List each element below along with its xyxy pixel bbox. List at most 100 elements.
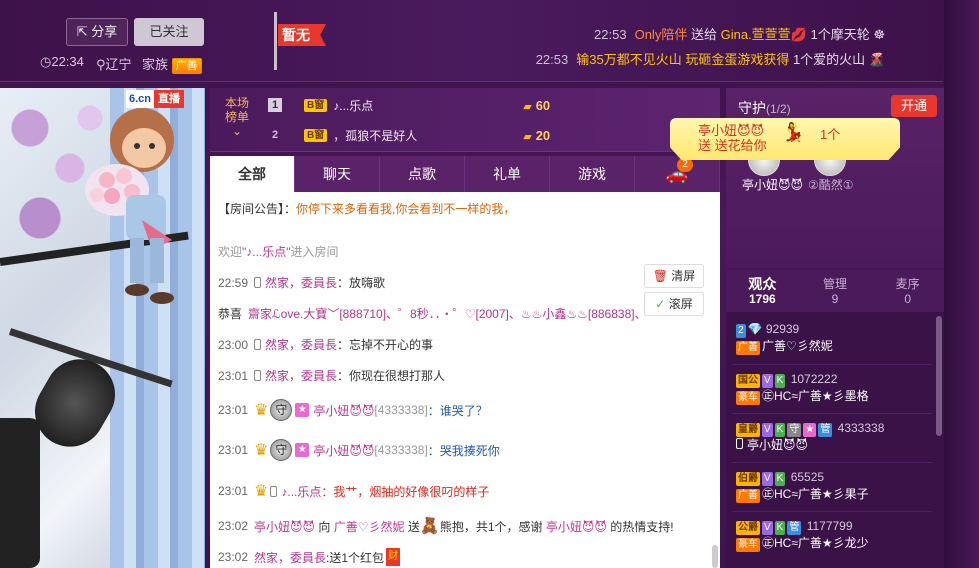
k-badge: K xyxy=(774,374,786,388)
tab-all[interactable]: 全部 xyxy=(210,156,295,192)
live-label: 直播 xyxy=(154,90,185,108)
list-item[interactable]: 公爵 V K 管 1177799 豪车 ㊣HC≈广善★彡龙少 xyxy=(736,518,869,552)
guard-shield-icon: 守 xyxy=(270,439,293,461)
list-item[interactable]: 伯爵 V K 65525 广善 ㊣HC≈广善★彡果子 xyxy=(736,469,869,503)
chat-gift-message: 23:02 亭小妞😈😈 向 广善♡彡然妮 送 🧸 熊抱，共1个，感谢 亭小妞😈😈 的热… xyxy=(218,516,674,536)
message-user[interactable]: 然家，委員長 xyxy=(265,336,337,353)
scroll-toggle-button[interactable]: ✓ 滚屏 xyxy=(644,292,704,316)
vip-badge: V xyxy=(762,472,773,486)
divider xyxy=(732,462,932,463)
k-badge: K xyxy=(774,521,786,535)
side-strip xyxy=(944,0,979,568)
room-time: 22:34 xyxy=(51,54,84,69)
share-button[interactable]: ⇱ 分享 xyxy=(66,18,128,46)
message-text: ：忘掉不开心的事 xyxy=(337,338,434,352)
open-guard-button[interactable]: 开通 xyxy=(891,95,937,117)
chat-tabs: 全部 聊天 点歌 礼单 游戏 🚗 2 xyxy=(210,156,720,192)
family-label: 家族 xyxy=(142,57,169,72)
microphone-body xyxy=(0,418,40,568)
guard-title-text: 守护 xyxy=(738,100,766,116)
rank-row[interactable]: 2 B窗 ，孤狼不是好人 20 xyxy=(268,121,718,149)
gift-text: 输35万都不见火山 玩砸金蛋游戏获得 xyxy=(576,52,790,67)
flag-text: 暂无 xyxy=(278,24,326,46)
family-meta[interactable]: 家族 广善 xyxy=(142,54,202,74)
gift-banner: 亭小妞😈😈 送 送花给你 1个 💃 xyxy=(670,118,900,160)
gift-sender[interactable]: Only陪伴 xyxy=(635,27,688,42)
user-id: 1072222 xyxy=(790,372,838,386)
message-user[interactable]: 亭小妞😈😈 xyxy=(313,402,374,419)
message-user[interactable]: 然家，委員長 xyxy=(265,274,337,291)
rank-position: 2 xyxy=(271,129,279,141)
gift-thanks-user[interactable]: 亭小妞😈😈 xyxy=(546,518,607,535)
gift-receiver[interactable]: Gina.萱萱萱 xyxy=(721,27,791,42)
tab-audience[interactable]: 观众 1796 xyxy=(726,270,799,312)
gift-time: 22:53 xyxy=(594,27,627,42)
logo-text: 6.cn xyxy=(126,90,155,108)
tab-count: 9 xyxy=(831,292,839,306)
welcome-name[interactable]: "♪...乐点" xyxy=(242,243,291,260)
list-item[interactable]: 皇爵 V K 守 ★ 管 4333338 亭小妞😈😈 xyxy=(736,420,884,454)
star-badge: ★ xyxy=(803,423,817,437)
message-text: :送1个红包 xyxy=(326,550,385,565)
notice-text: 你停下来多看看我,你会看到不一样的我， xyxy=(296,202,516,216)
tab-song[interactable]: 点歌 xyxy=(380,156,465,192)
rank-row[interactable]: 1 B窗 ♪...乐点 60 xyxy=(268,91,718,119)
level-badge: 2 xyxy=(736,324,746,338)
clear-screen-button[interactable]: 🗑 清屏 xyxy=(644,264,704,288)
message-time: 23:00 xyxy=(218,337,249,352)
message-text: ：谁哭了？ xyxy=(427,403,488,418)
message-text: ：放嗨歌 xyxy=(337,276,386,290)
message-user[interactable]: 亭小妞😈😈 xyxy=(254,518,315,535)
lips-icon: 💋 xyxy=(790,27,807,42)
vip-badge: V xyxy=(762,374,773,388)
room-location: 辽宁 xyxy=(105,57,132,72)
tab-mic-queue[interactable]: 麦序 0 xyxy=(871,270,944,312)
check-circle-icon: ✓ xyxy=(655,297,666,311)
chat-panel[interactable]: 【房间公告】： 你停下来多看看我,你会看到不一样的我， 欢迎 "♪...乐点" 进入房… xyxy=(210,192,720,568)
divider xyxy=(732,511,932,512)
rank-label[interactable]: 本场榜单 ⌄ xyxy=(220,96,254,138)
congrats-names: 齋家ℒove.大寶﹀[888710]、゜8秒．．・゜♡[2007]、♨♨小鑫♨♨… xyxy=(248,307,647,321)
chat-message: 23:01 ♛ 守 ★ 亭小妞😈😈 [4333338] ：哭我揍死你 xyxy=(218,439,500,461)
red-envelope-icon[interactable]: 财 xyxy=(386,548,401,566)
bear-hug-icon: 🧸 xyxy=(419,518,440,535)
tab-count: 0 xyxy=(904,292,912,306)
gift-receiver[interactable]: 广善♡彡然妮 xyxy=(334,518,405,535)
message-user[interactable]: 然家，委員長 xyxy=(265,367,337,384)
list-item[interactable]: 国公 V K 1072222 豪车 ㊣HC≈广善★彡墨格 xyxy=(736,371,869,405)
tab-admins[interactable]: 管理 9 xyxy=(799,270,872,312)
phone-icon xyxy=(254,277,262,288)
rank-name: ♪...乐点 xyxy=(333,98,374,113)
follow-button[interactable]: 已关注 xyxy=(134,18,204,46)
vip-badge: V xyxy=(762,521,773,535)
audience-list[interactable]: 2 💎 92939 广善 广善♡彡然妮 国公 V K 1072222 豪车 ㊣HC≈广善★… xyxy=(726,312,944,568)
chat-scrollbar[interactable] xyxy=(712,545,718,568)
guard-user-name[interactable]: 亭小妞😈😈 xyxy=(742,176,803,193)
list-item[interactable]: 2 💎 92939 广善 广善♡彡然妮 xyxy=(736,321,833,355)
tab-label: 麦序 xyxy=(895,277,920,291)
message-user[interactable]: 然家，委員長 xyxy=(254,549,326,566)
rank-score: 20 xyxy=(523,128,550,143)
audience-scrollbar[interactable] xyxy=(936,316,942,436)
user-id: 92939 xyxy=(765,322,800,336)
notice-label: 【房间公告】： xyxy=(218,202,297,216)
message-time: 23:02 xyxy=(218,550,249,564)
phone-icon xyxy=(254,339,262,350)
gift-post: 的热情支持! xyxy=(610,519,674,534)
rank-badge: 皇爵 xyxy=(736,423,760,437)
message-user[interactable]: ♪...乐点 xyxy=(281,483,321,500)
tab-gifts[interactable]: 礼单 xyxy=(465,156,550,192)
tab-car[interactable]: 🚗 2 xyxy=(635,156,720,192)
gift-verb: 送给 xyxy=(690,27,717,42)
chat-message: 23:01 ♛ ♪...乐点 ：我艹，烟抽的好像很叼的样子 xyxy=(218,481,489,501)
message-user[interactable]: 亭小妞😈😈 xyxy=(313,442,374,459)
flag-pole xyxy=(274,12,277,70)
rank-score: 60 xyxy=(523,98,550,113)
guard-user-name[interactable]: ②酷然① xyxy=(808,176,854,193)
tab-chat[interactable]: 聊天 xyxy=(295,156,380,192)
phone-icon xyxy=(736,438,743,449)
tab-games[interactable]: 游戏 xyxy=(550,156,635,192)
gift-to-pre: 向 xyxy=(318,519,331,534)
tab-label: 观众 xyxy=(748,276,777,292)
room-header: ⇱ 分享 已关注 ◷22:34 ⚲辽宁 家族 广善 暂无 22:53 Only陪伴… xyxy=(0,0,943,82)
